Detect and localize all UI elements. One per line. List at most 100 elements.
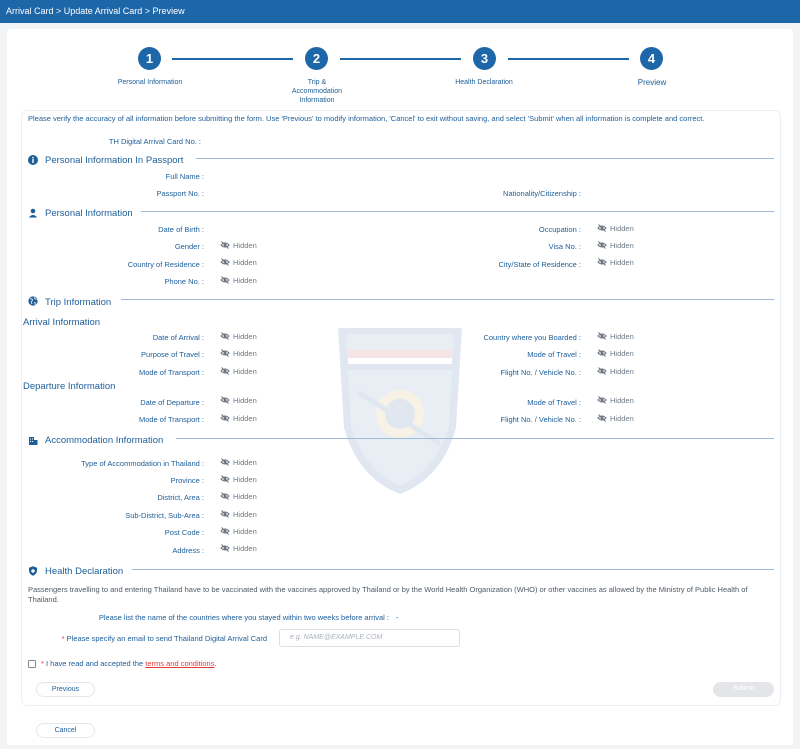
value-departure-mode-of-transport: Hidden: [220, 414, 257, 423]
hidden-text: Hidden: [610, 396, 634, 405]
eye-off-icon: [597, 349, 607, 357]
terms-suffix: .: [214, 659, 217, 668]
hidden-text: Hidden: [233, 276, 257, 285]
building-icon: [29, 437, 38, 445]
label-phone-no: Phone No. :: [164, 277, 204, 286]
eye-off-icon: [220, 527, 230, 535]
value-district: Hidden: [220, 492, 257, 501]
required-mark: *: [41, 659, 44, 668]
terms-label: * I have read and accepted the terms and…: [41, 659, 217, 668]
eye-off-icon: [597, 414, 607, 422]
hidden-text: Hidden: [233, 414, 257, 423]
section-title-health: Health Declaration: [45, 566, 124, 577]
value-province: Hidden: [220, 475, 257, 484]
section-divider: [196, 158, 774, 159]
label-passport-no: Passport No. :: [156, 189, 204, 198]
value-accommodation-type: Hidden: [220, 458, 257, 467]
value-mode-of-transport: Hidden: [220, 367, 257, 376]
step-2-circle[interactable]: 2: [305, 47, 328, 70]
label-date-of-birth: Date of Birth :: [158, 225, 204, 234]
section-title-passport: Personal Information In Passport: [45, 155, 184, 166]
value-date-of-arrival: Hidden: [220, 332, 257, 341]
hidden-text: Hidden: [233, 367, 257, 376]
label-purpose-of-travel: Purpose of Travel :: [141, 350, 204, 359]
submit-button[interactable]: Submit: [713, 682, 774, 697]
step-connector: [172, 58, 293, 60]
label-departure-mode-of-transport: Mode of Transport :: [138, 415, 204, 424]
hidden-text: Hidden: [610, 224, 634, 233]
step-4-circle[interactable]: 4: [640, 47, 663, 70]
label-mode-of-travel: Mode of Travel :: [527, 350, 581, 359]
previous-button[interactable]: Previous: [36, 682, 95, 697]
section-divider: [121, 299, 774, 300]
hidden-text: Hidden: [233, 349, 257, 358]
hidden-text: Hidden: [233, 527, 257, 536]
hidden-text: Hidden: [233, 241, 257, 250]
label-departure-flight-no: Flight No. / Vehicle No. :: [500, 415, 581, 424]
hidden-text: Hidden: [233, 492, 257, 501]
eye-off-icon: [597, 396, 607, 404]
eye-off-icon: [220, 332, 230, 340]
section-title-personal: Personal Information: [45, 208, 133, 219]
immigration-bureau-watermark-icon: [338, 328, 462, 494]
shield-icon: [29, 566, 37, 576]
hidden-text: Hidden: [610, 241, 634, 250]
step-2-label: Trip & Accommodation Information: [291, 79, 343, 104]
section-title-trip: Trip Information: [45, 297, 112, 308]
label-departure-mode-of-travel: Mode of Travel :: [527, 398, 581, 407]
globe-icon: [28, 296, 38, 306]
value-occupation: Hidden: [597, 224, 634, 233]
value-post-code: Hidden: [220, 527, 257, 536]
hidden-text: Hidden: [610, 332, 634, 341]
person-icon: [28, 208, 38, 218]
eye-off-icon: [220, 241, 230, 249]
eye-off-icon: [220, 276, 230, 284]
hidden-text: Hidden: [610, 349, 634, 358]
label-date-of-departure: Date of Departure :: [140, 398, 204, 407]
section-divider: [132, 569, 774, 570]
step-1-circle[interactable]: 1: [138, 47, 161, 70]
value-gender: Hidden: [220, 241, 257, 250]
label-date-of-arrival: Date of Arrival :: [152, 333, 204, 342]
email-label-text: Please specify an email to send Thailand…: [66, 634, 267, 643]
label-email: * Please specify an email to send Thaila…: [40, 634, 267, 643]
step-connector: [508, 58, 629, 60]
section-divider: [141, 211, 774, 212]
value-subdistrict: Hidden: [220, 510, 257, 519]
label-gender: Gender :: [174, 242, 204, 251]
eye-off-icon: [220, 510, 230, 518]
email-input[interactable]: e.g. NAME@EXAMPLE.COM: [279, 629, 460, 647]
eye-off-icon: [220, 396, 230, 404]
instruction-text: Please verify the accuracy of all inform…: [28, 114, 705, 123]
terms-checkbox[interactable]: [28, 660, 36, 668]
hidden-text: Hidden: [610, 367, 634, 376]
cancel-button[interactable]: Cancel: [36, 723, 95, 738]
value-date-of-departure: Hidden: [220, 396, 257, 405]
value-departure-mode-of-travel: Hidden: [597, 396, 634, 405]
label-post-code: Post Code :: [164, 528, 204, 537]
value-city-of-residence: Hidden: [597, 258, 634, 267]
required-mark: *: [61, 634, 65, 643]
label-province: Province :: [170, 476, 204, 485]
label-countries-stayed: Please list the name of the countries wh…: [98, 613, 389, 622]
eye-off-icon: [220, 544, 230, 552]
eye-off-icon: [597, 224, 607, 232]
label-country-boarded: Country where you Boarded :: [483, 333, 581, 342]
label-flight-no: Flight No. / Vehicle No. :: [500, 368, 581, 377]
breadcrumb: Arrival Card > Update Arrival Card > Pre…: [0, 0, 800, 23]
hidden-text: Hidden: [233, 510, 257, 519]
step-1-label: Personal Information: [117, 79, 183, 86]
eye-off-icon: [597, 367, 607, 375]
terms-prefix: I have read and accepted the: [46, 659, 144, 668]
value-departure-flight-no: Hidden: [597, 414, 634, 423]
step-3-circle[interactable]: 3: [473, 47, 496, 70]
hidden-text: Hidden: [233, 544, 257, 553]
terms-link[interactable]: terms and conditions: [145, 659, 214, 668]
section-divider: [176, 438, 774, 439]
value-flight-no: Hidden: [597, 367, 634, 376]
eye-off-icon: [220, 492, 230, 500]
eye-off-icon: [220, 475, 230, 483]
label-full-name: Full Name :: [165, 172, 204, 181]
label-address: Address :: [172, 546, 204, 555]
value-visa-no: Hidden: [597, 241, 634, 250]
